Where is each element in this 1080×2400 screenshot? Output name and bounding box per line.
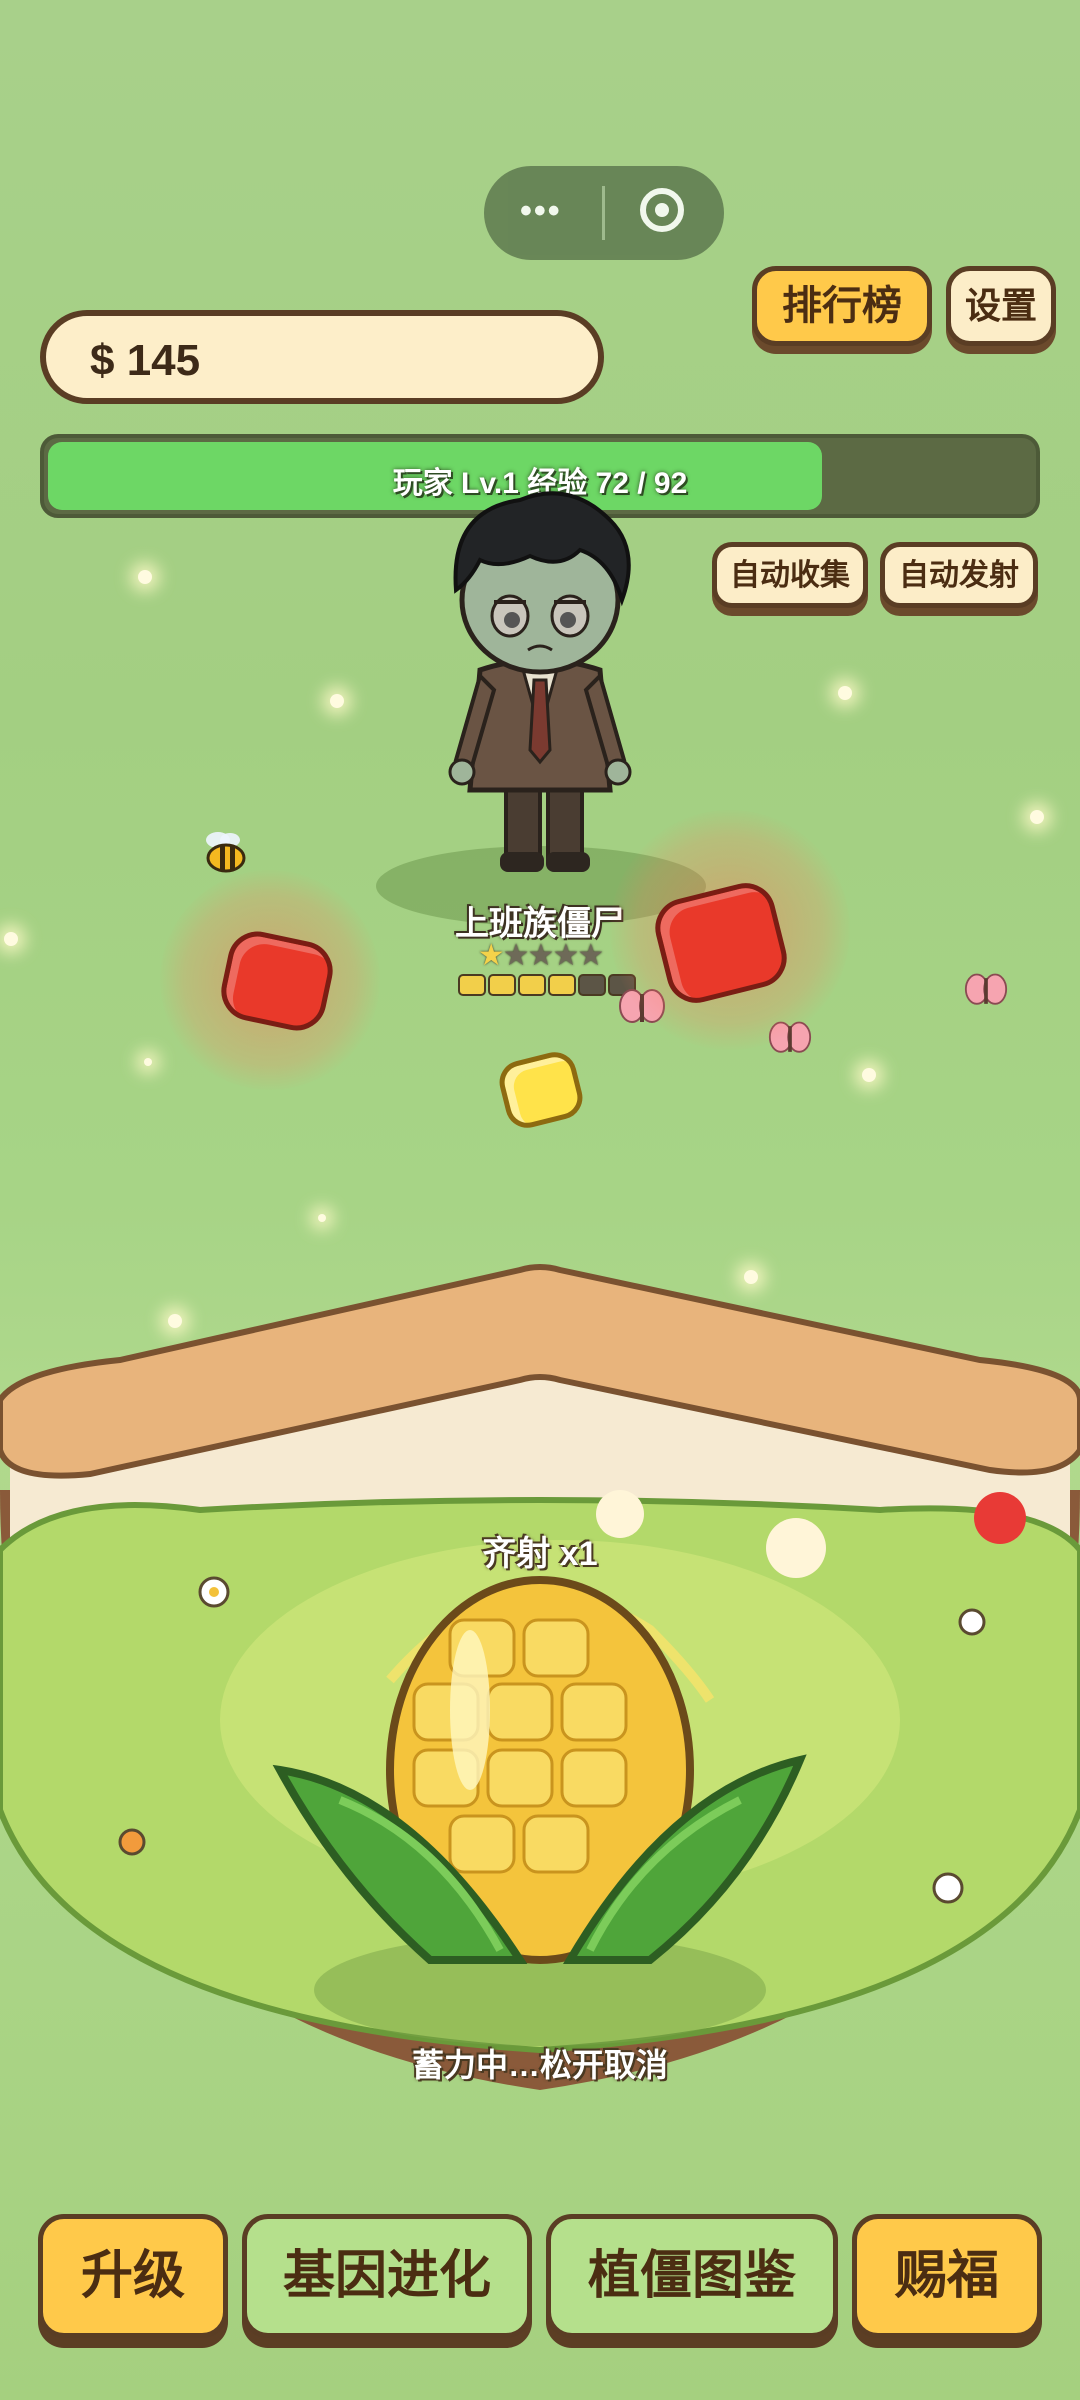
capsule-divider [602, 186, 605, 240]
mini-program-capsule: ••• [484, 166, 724, 260]
money-value: $ 145 [90, 336, 201, 385]
star-icon: ★ [502, 939, 530, 972]
charge-status-label: 蓄力中…松开取消 [411, 2047, 668, 2083]
butterfly-icon [964, 973, 1008, 1005]
sparkle [862, 1068, 876, 1082]
yellow-kernel-projectile[interactable] [494, 1047, 588, 1133]
money-display: $ 145 [40, 310, 604, 404]
hp-pip [458, 974, 486, 996]
sparkle [330, 694, 344, 708]
star-icon: ★ [477, 939, 505, 972]
auto-fire-button[interactable]: 自动发射 [880, 542, 1038, 608]
star-icon: ★ [552, 939, 579, 972]
hp-pip [518, 974, 546, 996]
bee-icon [206, 832, 246, 873]
close-target-icon[interactable] [640, 188, 684, 232]
hp-pip [488, 974, 516, 996]
sparkle [838, 686, 852, 700]
hp-pip [548, 974, 576, 996]
sparkle [138, 570, 152, 584]
office-zombie-sprite[interactable] [410, 470, 670, 880]
more-dots-icon[interactable]: ••• [520, 192, 562, 231]
sparkle [144, 1058, 152, 1066]
corn-shooter-plant[interactable] [270, 1560, 810, 1980]
star-icons: ★★★★★ [477, 939, 605, 972]
sparkle [4, 932, 18, 946]
blessing-button[interactable]: 赐福 [852, 2214, 1042, 2338]
zombie-star-rating: ★★★★★ [460, 938, 620, 973]
settings-button[interactable]: 设置 [946, 266, 1056, 346]
sparkle [318, 1214, 326, 1222]
gene-evolution-button[interactable]: 基因进化 [242, 2214, 532, 2338]
hp-pip [578, 974, 606, 996]
upgrade-button[interactable]: 升级 [38, 2214, 228, 2338]
zombie-hp-pips [458, 974, 638, 1001]
sparkle [1030, 810, 1044, 824]
star-icon: ★ [527, 939, 555, 972]
plant-zombie-codex-button[interactable]: 植僵图鉴 [546, 2214, 838, 2338]
auto-collect-button[interactable]: 自动收集 [712, 542, 868, 608]
star-icon: ★ [577, 939, 604, 972]
leaderboard-button[interactable]: 排行榜 [752, 266, 932, 346]
